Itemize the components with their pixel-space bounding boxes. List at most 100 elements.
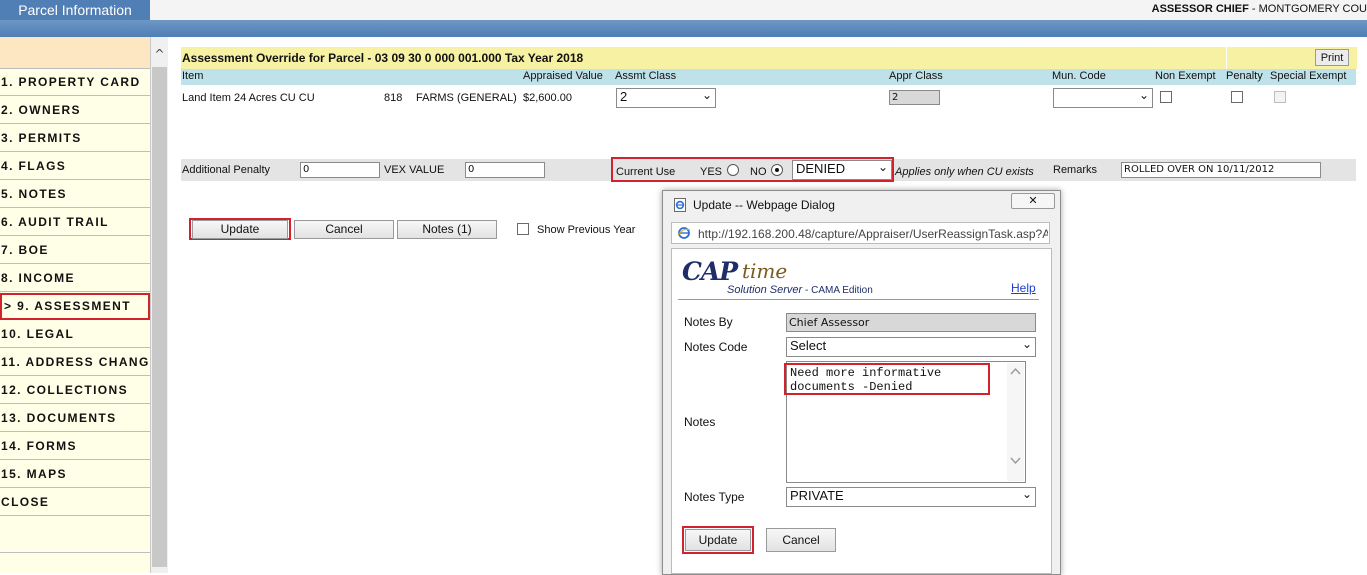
notes-type-label: Notes Type [684,490,745,504]
sidebar-item-16[interactable]: CLOSE [0,489,150,516]
dialog-update-button[interactable]: Update [685,529,751,551]
update-button[interactable]: Update [192,220,288,239]
no-label: NO [750,166,767,178]
sidebar-item-9[interactable]: > 9. ASSESSMENT [0,293,150,320]
col-penalty: Penalty [1226,70,1263,82]
sidebar-item-12[interactable]: 12. COLLECTIONS [0,377,150,404]
additional-penalty-label: Additional Penalty [182,164,271,176]
col-appr-class: Appr Class [889,70,943,82]
row-description: FARMS (GENERAL) [416,92,517,104]
update-dialog: Update -- Webpage Dialog ✕ http://192.16… [662,190,1061,575]
remarks-input[interactable]: ROLLED OVER ON 10/11/2012 [1121,162,1321,178]
notes-code-select[interactable]: Select ⌄ [786,337,1036,357]
user-info: ASSESSOR CHIEF - MONTGOMERY COU [1152,3,1367,15]
chevron-down-icon: ⌄ [1138,88,1149,102]
user-role: ASSESSOR CHIEF [1151,3,1249,15]
sidebar-item-2[interactable]: 2. OWNERS [0,97,150,124]
col-mun-code: Mun. Code [1052,70,1106,82]
additional-penalty-input[interactable]: 0 [300,162,380,178]
chevron-down-icon: ⌄ [1021,337,1032,351]
col-non-exempt: Non Exempt [1155,70,1216,82]
sidebar-bottom-spacer [0,552,150,574]
mun-code-select[interactable]: ⌄ [1053,88,1153,108]
current-use-status-select[interactable]: DENIED ⌄ [792,160,892,180]
header-bar [0,20,1367,37]
captime-logo-cap: CAP [682,257,738,286]
chevron-down-icon: ⌄ [1021,487,1032,501]
ie-page-icon [674,198,686,212]
sidebar-item-7[interactable]: 7. BOE [0,237,150,264]
ie-logo-icon [677,227,691,239]
notes-type-select[interactable]: PRIVATE ⌄ [786,487,1036,507]
show-previous-year-checkbox[interactable] [517,223,529,235]
dialog-title: Update -- Webpage Dialog [693,198,835,212]
scroll-thumb[interactable] [152,67,167,567]
logo-edition-text: - CAMA Edition [802,285,873,296]
print-button[interactable]: Print [1315,49,1349,66]
notes-code-label: Notes Code [684,340,748,354]
captime-logo-time: time [742,259,788,283]
appr-class-field: 2 [889,90,940,105]
sidebar-item-1[interactable]: 1. PROPERTY CARD [0,69,150,96]
close-icon[interactable]: ✕ [1011,193,1055,209]
scroll-down-arrow-icon[interactable] [1010,457,1021,465]
notes-scrollbar[interactable] [1007,363,1024,481]
yes-label: YES [700,166,723,178]
chevron-down-icon: ⌄ [701,88,712,102]
current-use-no-radio[interactable] [771,164,783,176]
row-code: 818 [384,92,403,104]
row-item: Land Item 24 Acres CU CU [182,92,315,104]
sidebar-nav: 1. PROPERTY CARD 2. OWNERS 3. PERMITS 4. FL… [0,37,151,573]
logo-subtitle-text: Solution Server [727,284,803,296]
scroll-up-icon[interactable]: ^ [151,47,168,62]
cancel-button[interactable]: Cancel [294,220,394,239]
captime-logo-subtitle: Solution Server - CAMA Edition [727,284,873,296]
notes-text-highlight [784,363,990,395]
county-name: - MONTGOMERY COU [1248,3,1367,15]
notes-by-field: Chief Assessor [786,313,1036,332]
notes-type-value: PRIVATE [790,488,844,503]
notes-button[interactable]: Notes (1) [397,220,497,239]
assmt-class-value: 2 [620,89,628,104]
col-special-exempt: Special Exempt [1270,70,1347,82]
sidebar-top-spacer [0,37,150,69]
vex-value-input[interactable]: 0 [465,162,545,178]
assmt-class-select[interactable]: 2 ⌄ [616,88,716,108]
sidebar-item-8[interactable]: 8. INCOME [0,265,150,292]
current-use-yes-radio[interactable] [727,164,739,176]
help-link[interactable]: Help [1011,281,1036,295]
parcel-information-tab[interactable]: Parcel Information [0,0,150,20]
header-strip: ASSESSOR CHIEF - MONTGOMERY COU [150,0,1367,20]
sidebar-item-3[interactable]: 3. PERMITS [0,125,150,152]
notes-label: Notes [684,415,716,429]
sidebar-item-4[interactable]: 4. FLAGS [0,153,150,180]
override-title: Assessment Override for Parcel - 03 09 3… [181,47,1226,69]
special-exempt-checkbox [1274,91,1286,103]
sidebar-item-10[interactable]: 10. LEGAL [0,321,150,348]
col-appraised-value: Appraised Value [523,70,603,82]
current-use-label: Current Use [616,166,676,178]
vex-value-label: VEX VALUE [384,164,445,176]
col-item: Item [182,70,204,82]
sidebar-item-5[interactable]: 5. NOTES [0,181,150,208]
sidebar-item-15[interactable]: 15. MAPS [0,461,150,488]
sidebar-item-6[interactable]: 6. AUDIT TRAIL [0,209,150,236]
non-exempt-checkbox[interactable] [1160,91,1172,103]
sidebar-item-14[interactable]: 14. FORMS [0,433,150,460]
dialog-cancel-button[interactable]: Cancel [766,528,836,552]
col-assmt-class: Assmt Class [615,70,677,82]
scroll-up-arrow-icon[interactable] [1010,367,1021,375]
chevron-down-icon: ⌄ [877,160,888,174]
applies-note: Applies only when CU exists [895,166,1034,178]
current-use-status-value: DENIED [796,161,846,176]
row-appraised-value: $2,600.00 [523,92,572,104]
frame-scrollbar[interactable]: ^ [151,37,168,573]
sidebar-item-13[interactable]: 13. DOCUMENTS [0,405,150,432]
dialog-url: http://192.168.200.48/capture/Appraiser/… [698,227,1048,241]
penalty-checkbox[interactable] [1231,91,1243,103]
notes-by-label: Notes By [684,315,733,329]
assessment-table-header: Item Appraised Value Assmt Class Appr Cl… [181,69,1356,85]
show-previous-year-label: Show Previous Year [537,224,636,236]
dialog-url-bar: http://192.168.200.48/capture/Appraiser/… [671,222,1050,244]
sidebar-item-11[interactable]: 11. ADDRESS CHANGE [0,349,150,376]
